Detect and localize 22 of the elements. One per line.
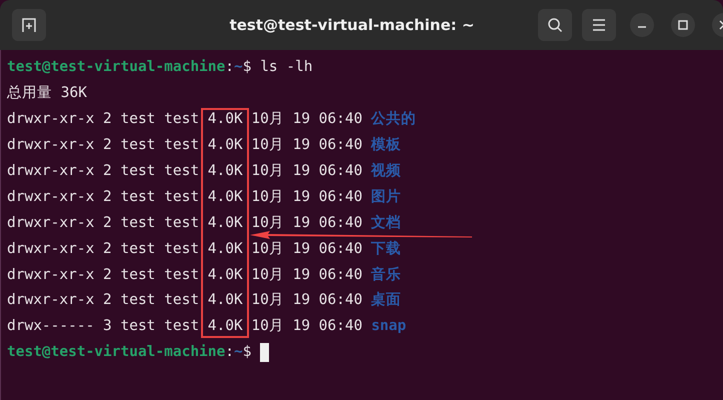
maximize-icon (678, 20, 688, 30)
output-line: 总用量 36K (7, 85, 87, 102)
listing-line: drwxr-xr-x 2 test test 4.0K 10月 19 06:40 视频 (7, 163, 402, 180)
listing-line: drwxr-xr-x 2 test test 4.0K 10月 19 06:40 图片 (7, 188, 402, 206)
menu-icon (592, 19, 606, 31)
minimize-button[interactable] (630, 13, 654, 37)
search-icon (547, 17, 563, 33)
listing-line: drwxr-xr-x 2 test test 4.0K 10月 19 06:40 文档 (7, 214, 402, 232)
listing-line: drwxr-xr-x 2 test test 4.0K 10月 19 06:40 音乐 (7, 266, 402, 284)
maximize-button[interactable] (671, 13, 695, 37)
listing-line: drwxr-xr-x 2 test test 4.0K 10月 19 06:40 桌面 (7, 292, 402, 310)
window-title: test@test-virtual-machine: ~ (228, 16, 476, 34)
listing-line: drwxr-xr-x 2 test test 4.0K 10月 19 06:40 公共的 (7, 111, 416, 128)
menu-button[interactable] (582, 9, 616, 41)
new-tab-button[interactable] (12, 9, 46, 41)
prompt-line: test@test-virtual-machine:~$ ls -lh (7, 59, 313, 76)
search-button[interactable] (538, 9, 572, 41)
listing-line: drwx------ 3 test test 4.0K 10月 19 06:40 snap (7, 318, 406, 336)
new-tab-icon (21, 17, 37, 33)
prompt-line: test@test-virtual-machine:~$ (7, 344, 252, 362)
listing-line: drwxr-xr-x 2 test test 4.0K 10月 19 06:40 下载 (7, 240, 402, 258)
listing-line: drwxr-xr-x 2 test test 4.0K 10月 19 06:40 模板 (7, 137, 402, 154)
